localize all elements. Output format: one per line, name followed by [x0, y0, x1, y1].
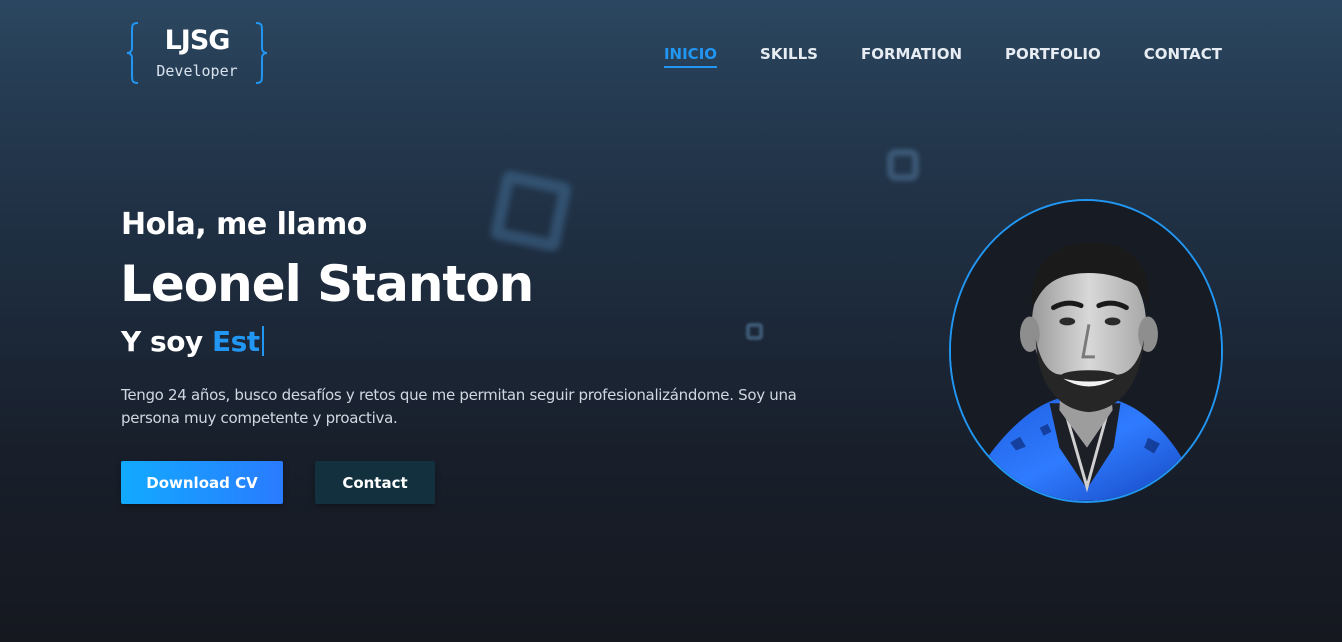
- download-cv-button[interactable]: Download CV: [121, 461, 283, 504]
- nav-item-formation[interactable]: FORMATION: [861, 44, 962, 68]
- hero-role-typed: Est: [211, 325, 260, 358]
- nav-item-contact[interactable]: CONTACT: [1144, 44, 1222, 68]
- profile-photo: [949, 199, 1223, 503]
- decorative-square-tiny: [746, 323, 763, 340]
- right-brace-icon: [255, 22, 268, 84]
- contact-button[interactable]: Contact: [315, 461, 435, 504]
- hero-name: Leonel Stanton: [120, 255, 534, 313]
- main-nav: INICIO SKILLS FORMATION PORTFOLIO CONTAC…: [663, 44, 1222, 68]
- nav-item-portfolio[interactable]: PORTFOLIO: [1005, 44, 1101, 68]
- logo-subtitle: Developer: [156, 62, 238, 80]
- typing-cursor: [261, 326, 264, 356]
- hero-role: Y soy Est: [121, 322, 264, 362]
- nav-item-inicio[interactable]: INICIO: [663, 44, 718, 68]
- decorative-square-small: [887, 149, 919, 181]
- hero-description: Tengo 24 años, busco desafíos y retos qu…: [121, 386, 797, 427]
- logo-title: LJSG: [164, 25, 231, 56]
- decorative-square-large: [489, 169, 573, 253]
- nav-item-skills[interactable]: SKILLS: [760, 44, 818, 68]
- hero-role-prefix: Y soy: [121, 325, 212, 358]
- site-logo[interactable]: LJSG Developer: [126, 22, 268, 86]
- hero-greeting: Hola, me llamo: [121, 207, 367, 242]
- profile-portrait-illustration: [951, 201, 1221, 501]
